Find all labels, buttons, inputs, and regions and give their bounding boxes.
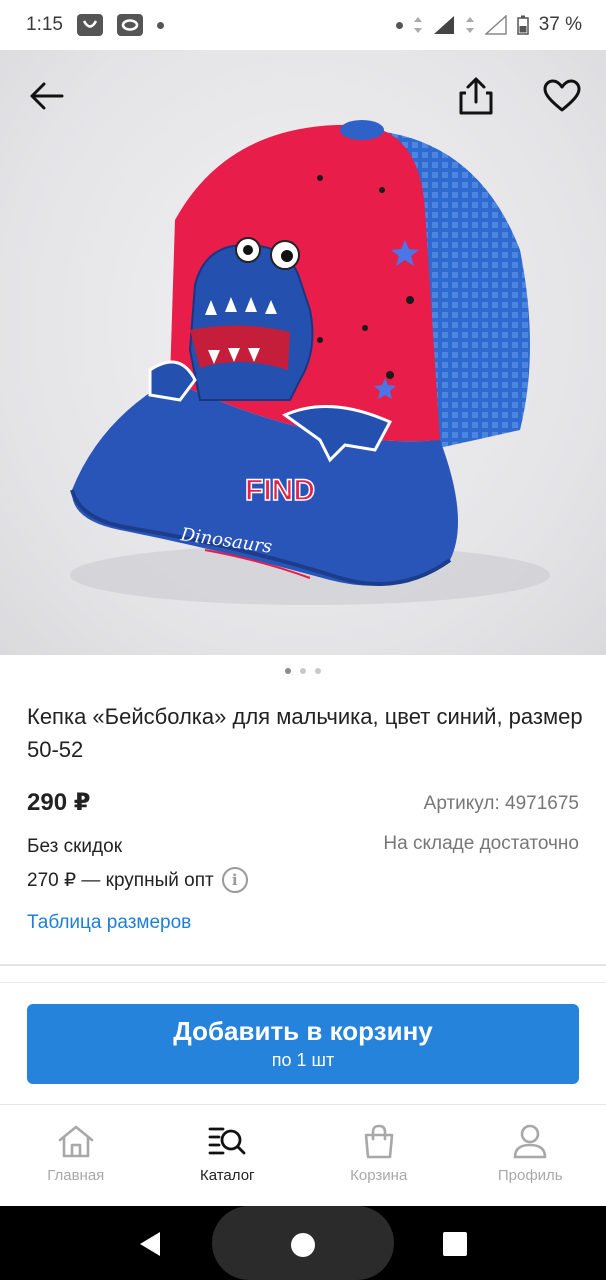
notification-dot-icon (156, 21, 164, 29)
status-dot-icon (395, 21, 403, 29)
data-arrows-icon (413, 17, 422, 33)
signal-weak-icon (484, 15, 507, 35)
product-sku: Артикул: 4971675 (423, 793, 579, 814)
home-icon (58, 1125, 94, 1158)
system-back-button[interactable] (136, 1230, 164, 1263)
gallery-dot-active[interactable] (285, 668, 291, 674)
svg-text:FIND: FIND (245, 474, 315, 507)
catalog-search-icon (208, 1127, 246, 1155)
product-image[interactable]: FIND Dinosaurs (0, 50, 606, 655)
size-table-link[interactable]: Таблица размеров (27, 912, 191, 934)
divider (0, 982, 606, 983)
info-icon[interactable]: i (221, 867, 248, 893)
bag-icon (364, 1124, 394, 1159)
add-to-cart-quantity: по 1 шт (271, 1050, 335, 1070)
battery-percent: 37 % (538, 14, 582, 35)
cap-illustration: FIND Dinosaurs (70, 120, 550, 605)
discount-label: Без скидок (27, 836, 122, 857)
arrow-left-icon (30, 82, 64, 110)
profile-icon (513, 1124, 547, 1159)
notification-ring-icon (116, 14, 143, 36)
triangle-back-icon (140, 1232, 160, 1256)
system-home-button[interactable] (290, 1232, 316, 1263)
status-bar: 1:15 37 % (0, 0, 606, 50)
wholesale-price: 270 ₽ — крупный опт i (27, 867, 248, 893)
product-title: Кепка «Бейсболка» для мальчика, цвет син… (27, 704, 583, 762)
square-recents-icon (443, 1232, 467, 1256)
battery-icon (516, 15, 529, 35)
data-arrows-icon-2 (465, 17, 474, 33)
circle-home-icon (291, 1233, 315, 1257)
share-icon (459, 77, 493, 115)
product-price: 290 ₽ (27, 789, 91, 816)
add-to-cart-button[interactable]: Добавить в корзину по 1 шт (27, 1004, 579, 1084)
favorite-button[interactable] (538, 72, 586, 120)
gallery-indicator (0, 668, 606, 674)
nav-home-label: Главная (47, 1167, 105, 1184)
stock-status: На складе достаточно (383, 833, 579, 854)
system-recents-button[interactable] (442, 1231, 468, 1262)
wholesale-price-text: 270 ₽ — крупный опт (27, 869, 214, 891)
nav-home[interactable]: Главная (0, 1105, 152, 1206)
nav-profile-label: Профиль (497, 1167, 563, 1184)
nav-profile[interactable]: Профиль (455, 1105, 606, 1206)
bottom-navigation: Главная Каталог Корзина Профиль (0, 1104, 606, 1206)
nav-cart-label: Корзина (350, 1167, 408, 1184)
gallery-dot[interactable] (315, 668, 321, 674)
nav-catalog-label: Каталог (199, 1167, 255, 1184)
signal-icon (433, 16, 454, 34)
nav-catalog[interactable]: Каталог (152, 1105, 304, 1206)
add-to-cart-label: Добавить в корзину (173, 1016, 433, 1046)
divider (0, 964, 606, 966)
share-button[interactable] (452, 72, 500, 120)
heart-icon (543, 79, 581, 112)
nav-cart[interactable]: Корзина (303, 1105, 455, 1206)
system-navigation-bar (0, 1206, 606, 1280)
gallery-dot[interactable] (300, 668, 306, 674)
back-button[interactable] (22, 72, 70, 120)
status-time: 1:15 (26, 14, 63, 35)
notification-app-icon (76, 14, 103, 36)
